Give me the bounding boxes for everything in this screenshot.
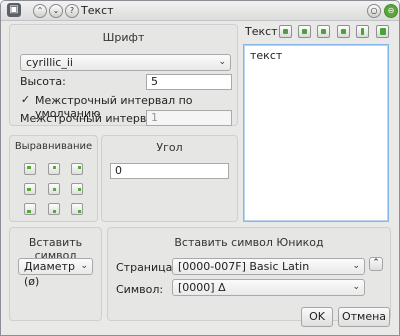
close-icon[interactable]: ⊖ [384,4,398,18]
column-icon[interactable] [356,25,369,38]
align-center-icon[interactable] [48,183,60,195]
font-value: cyrillic_ii [26,56,73,69]
align-top-right-icon[interactable] [71,163,83,175]
align-panel-title: Выравнивание [14,141,93,152]
green-arrow-icon[interactable] [376,25,389,38]
font-panel-title: Шрифт [102,31,145,44]
chevron-down-icon: ⌄ [80,261,88,271]
page-value: [0000-007F] Basic Latin [178,260,310,273]
height-label: Высота: [20,75,66,88]
folder-icon[interactable] [298,25,311,38]
text-label: Текст: [245,25,282,38]
title-bar: ▣ ⌃ ⌄ ? Текст ○ ⊖ [1,1,399,21]
chevron-down-icon: ⌄ [352,261,360,271]
angle-panel-title: Угол [156,141,183,154]
insert-symbol-value: Диаметр (ø) [24,260,75,288]
chevron-down-icon: ⌄ [218,57,226,67]
open-icon[interactable] [279,25,292,38]
page-combo[interactable]: [0000-007F] Basic Latin ⌄ [172,258,365,275]
window-title: Текст [81,4,114,17]
align-top-left-icon[interactable] [24,163,36,175]
symbol-combo[interactable]: [0000] Δ ⌄ [172,279,365,296]
insert-unicode-button[interactable]: ⌃ [369,257,383,271]
page-label: Страница: [116,261,177,274]
chevron-up-icon[interactable]: ⌃ [33,4,47,18]
ok-button[interactable]: OK [301,307,333,327]
text-dialog: ▣ ⌃ ⌄ ? Текст ○ ⊖ Шрифт cyrillic_ii ⌄ Вы… [0,0,400,336]
align-middle-left-icon[interactable] [24,183,36,195]
align-top-center-icon[interactable] [48,163,60,175]
unicode-panel-title: Вставить символ Юникод [174,236,324,249]
symbol-label: Символ: [116,283,164,296]
insert-icon[interactable] [337,25,350,38]
chevron-down-icon[interactable]: ⌄ [49,4,63,18]
text-area[interactable]: текст [243,44,389,222]
cancel-button[interactable]: Отмена [338,307,390,327]
spacing-input: 1 [146,110,232,126]
chevron-down-icon: ⌄ [352,282,360,292]
symbol-value: [0000] Δ [178,281,226,294]
insert-symbol-panel: Вставить символ Диаметр (ø) ⌄ [9,227,102,321]
angle-panel: Угол 0 [101,135,238,222]
angle-input[interactable]: 0 [110,163,229,179]
terminal-icon: ▣ [7,3,21,17]
default-spacing-checkbox[interactable]: ✓ [20,94,31,105]
align-bottom-center-icon[interactable] [48,203,60,215]
minimize-icon[interactable]: ○ [367,4,381,18]
align-panel: Выравнивание [9,135,98,222]
help-icon[interactable]: ? [65,4,79,18]
font-panel: Шрифт cyrillic_ii ⌄ Высота: 5 ✓ Межстроч… [9,24,238,126]
align-bottom-left-icon[interactable] [24,203,36,215]
height-input[interactable]: 5 [146,74,232,90]
save-icon[interactable] [317,25,330,38]
insert-symbol-combo[interactable]: Диаметр (ø) ⌄ [18,258,93,288]
align-middle-right-icon[interactable] [71,183,83,195]
align-bottom-right-icon[interactable] [71,203,83,215]
font-combo[interactable]: cyrillic_ii ⌄ [20,54,231,71]
spacing-label: Межстрочный интервал: [20,112,164,125]
